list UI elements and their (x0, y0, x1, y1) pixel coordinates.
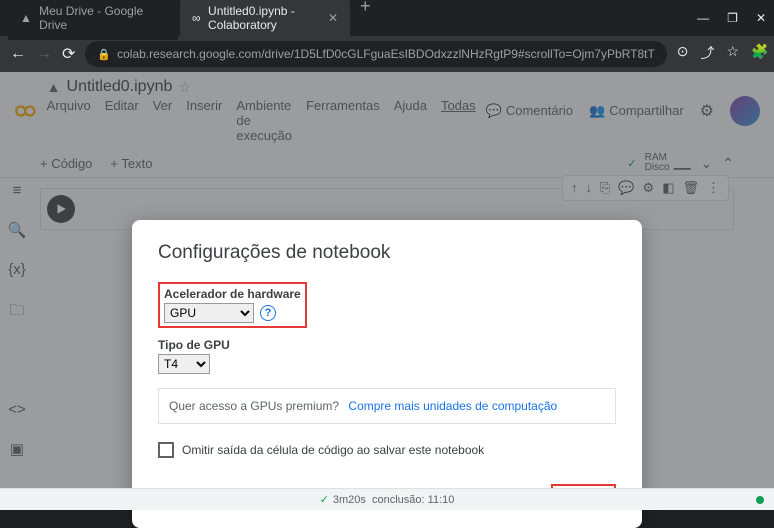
help-icon[interactable]: ? (260, 305, 276, 321)
tab-favicon: ▲ (20, 11, 33, 25)
browser-tab-colab[interactable]: ∞ Untitled0.ipynb - Colaboratory ✕ (180, 0, 350, 40)
tab-title: Untitled0.ipynb - Colaboratory (208, 4, 322, 32)
status-time: 3m20s (333, 494, 366, 506)
gpu-type-label: Tipo de GPU (158, 338, 616, 352)
forward-icon: → (36, 45, 52, 63)
address-bar[interactable]: 🔒 colab.research.google.com/drive/1D5LfD… (85, 41, 666, 67)
premium-question: Quer acesso a GPUs premium? (169, 399, 339, 413)
notebook-settings-dialog: Configurações de notebook Acelerador de … (132, 220, 642, 528)
hw-label: Acelerador de hardware (164, 287, 301, 301)
omit-output-label: Omitir saída da célula de código ao salv… (182, 443, 484, 457)
close-window-icon[interactable]: ✕ (756, 11, 766, 25)
share-icon[interactable]: ⤴ (701, 43, 715, 65)
gpu-type-select[interactable]: T4 (158, 354, 210, 374)
hw-accelerator-select[interactable]: GPU (164, 303, 254, 323)
back-icon[interactable]: ← (10, 45, 26, 63)
close-tab-icon[interactable]: ✕ (328, 11, 338, 25)
extensions-icon[interactable]: 🧩 (751, 43, 768, 65)
check-icon: ✓ (320, 493, 329, 506)
reload-icon[interactable]: ⟳ (62, 44, 75, 64)
lock-icon: 🔒 (97, 48, 111, 61)
maximize-icon[interactable]: ❐ (727, 11, 738, 25)
url-text: colab.research.google.com/drive/1D5LfD0c… (117, 47, 655, 61)
highlight-hw-accelerator: Acelerador de hardware GPU ? (158, 282, 307, 328)
browser-tab-drive[interactable]: ▲ Meu Drive - Google Drive (8, 0, 178, 40)
tab-favicon: ∞ (192, 11, 202, 25)
tab-title: Meu Drive - Google Drive (39, 4, 166, 32)
buy-compute-link[interactable]: Compre mais unidades de computação (348, 399, 557, 413)
dialog-title: Configurações de notebook (158, 242, 616, 264)
connection-status-dot (756, 496, 764, 504)
omit-output-checkbox[interactable] (158, 442, 174, 458)
minimize-icon[interactable]: — (697, 11, 709, 25)
new-tab-button[interactable]: + (352, 0, 379, 40)
status-completion: conclusão: 11:10 (372, 494, 454, 506)
status-bar: ✓ 3m20s conclusão: 11:10 (0, 488, 774, 510)
star-icon[interactable]: ☆ (727, 43, 740, 65)
search-icon[interactable]: ⊙ (677, 43, 689, 65)
premium-upsell: Quer acesso a GPUs premium? Compre mais … (158, 388, 616, 424)
